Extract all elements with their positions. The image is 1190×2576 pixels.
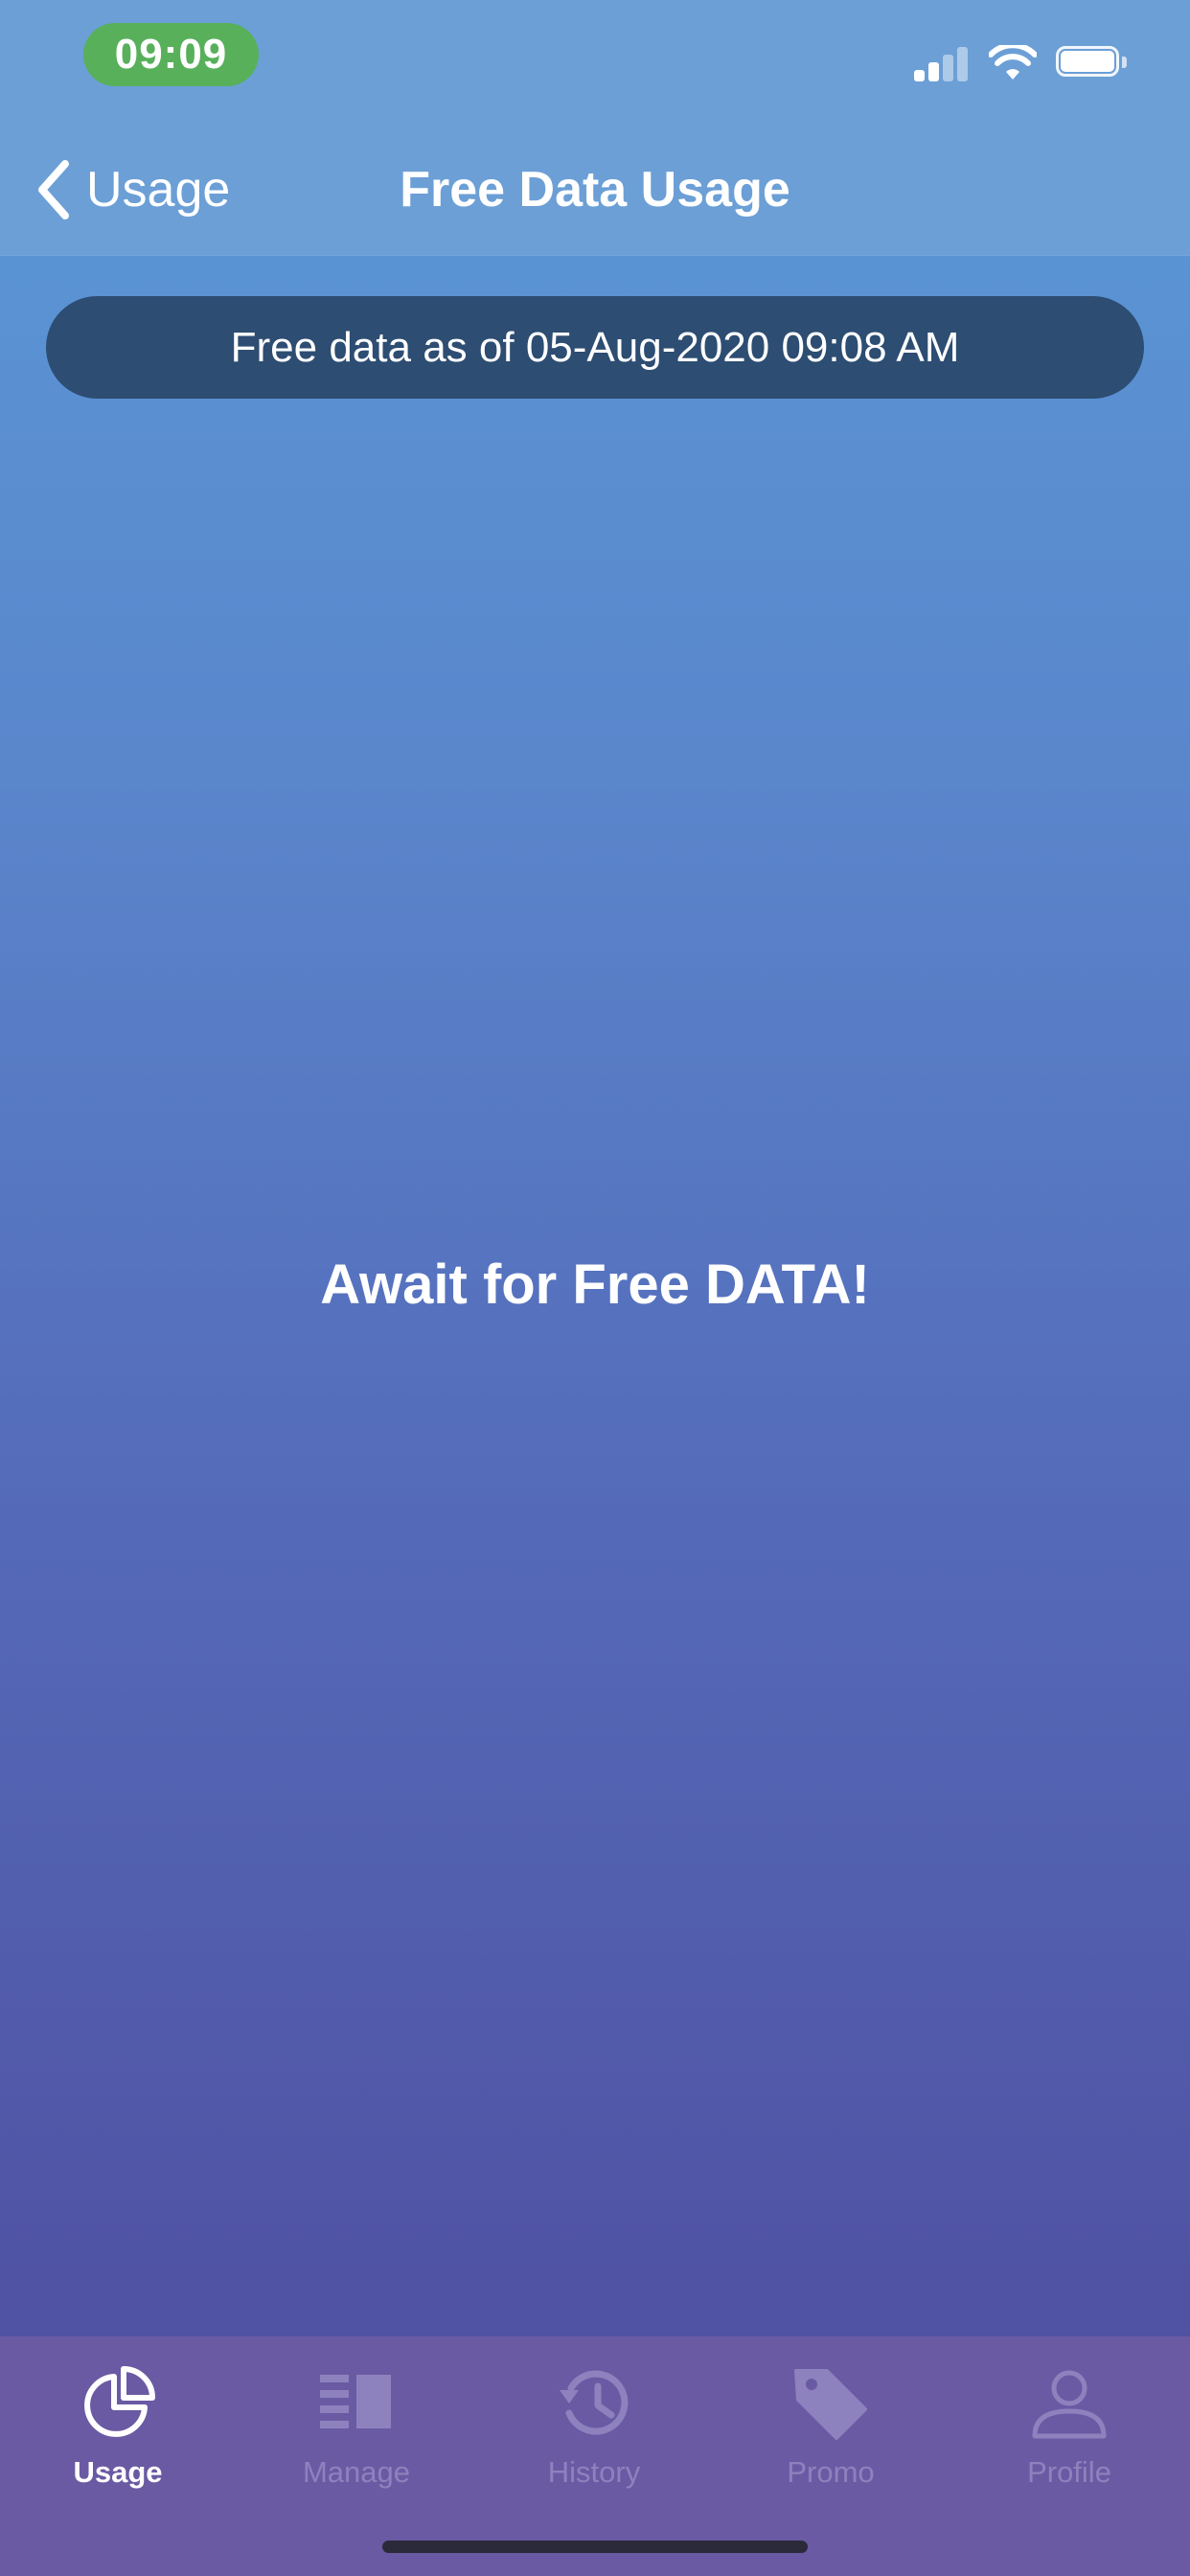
- tab-promo[interactable]: Promo: [735, 2336, 927, 2509]
- status-time: 09:09: [83, 23, 259, 86]
- tag-icon: [794, 2369, 867, 2440]
- tab-bar: Usage Manage History Promo Profile: [0, 2336, 1190, 2576]
- tab-profile[interactable]: Profile: [973, 2336, 1165, 2509]
- battery-icon: [1056, 46, 1129, 80]
- list-icon: [320, 2375, 391, 2428]
- tab-manage[interactable]: Manage: [261, 2336, 452, 2509]
- empty-state-message: Await for Free DATA!: [320, 1254, 870, 1316]
- cellular-signal-icon: [914, 45, 970, 81]
- home-indicator: [382, 2541, 808, 2553]
- pie-chart-icon: [84, 2366, 155, 2437]
- status-icons: [914, 42, 1129, 84]
- status-bar: 09:09: [0, 0, 1190, 125]
- tab-history[interactable]: History: [498, 2336, 690, 2509]
- tab-label: History: [547, 2455, 641, 2489]
- navigation-bar: Usage Free Data Usage: [0, 125, 1190, 256]
- screen: 09:09 Usage Free Data Usage Free data as…: [0, 0, 1190, 2576]
- history-icon: [560, 2370, 629, 2435]
- person-icon: [1032, 2370, 1107, 2439]
- tab-label: Profile: [1027, 2455, 1111, 2489]
- wifi-icon: [989, 45, 1037, 80]
- free-data-timestamp-banner: Free data as of 05-Aug-2020 09:08 AM: [46, 296, 1144, 399]
- tab-label: Promo: [787, 2455, 875, 2489]
- tab-label: Usage: [73, 2455, 163, 2489]
- tab-label: Manage: [302, 2455, 411, 2489]
- page-title: Free Data Usage: [400, 162, 790, 218]
- tab-usage[interactable]: Usage: [22, 2336, 214, 2509]
